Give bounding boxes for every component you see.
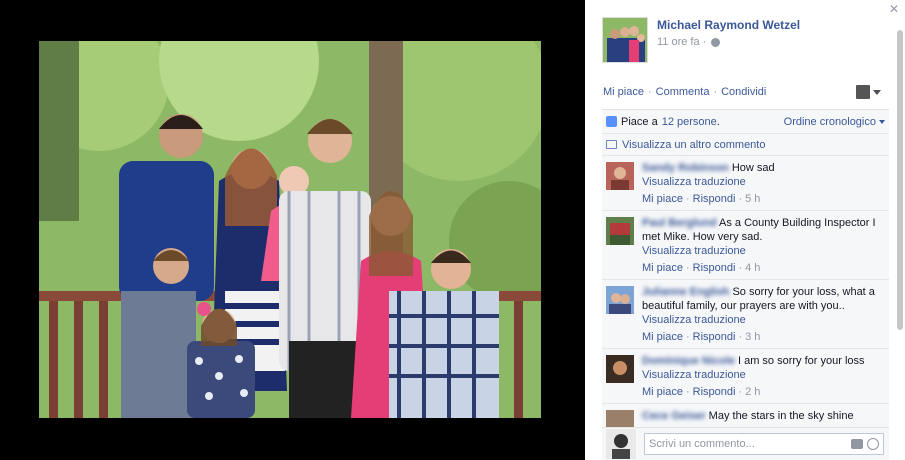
commenter-avatar-image	[606, 286, 634, 314]
comment-bubble-icon	[606, 140, 617, 149]
translate-link[interactable]: Visualizza traduzione	[642, 175, 882, 189]
comment-like-link[interactable]: Mi piace	[642, 192, 683, 206]
comment-item: Paul Berglund As a County Building Inspe…	[602, 211, 889, 280]
separator: ·	[685, 193, 690, 205]
like-thumb-icon	[606, 116, 617, 127]
panel-scrollbar[interactable]	[897, 30, 903, 450]
separator: ·	[738, 386, 743, 398]
comment-item: Dominique Nicole I am so sorry for your …	[602, 349, 889, 404]
commenter-name[interactable]: Paul Berglund	[642, 217, 717, 229]
viewer-avatar	[856, 85, 870, 99]
commenter-avatar-image	[606, 410, 634, 427]
post-actions: Mi piace · Commenta · Condividi	[603, 86, 766, 98]
separator: ·	[685, 386, 690, 398]
comment-time[interactable]: 4 h	[745, 261, 760, 275]
commenter-name[interactable]: Julianne English	[642, 286, 729, 298]
comment-link[interactable]: Commenta	[656, 86, 710, 98]
comment-item: Cece Geiser May the stars in the sky shi…	[602, 404, 889, 427]
chevron-down-icon	[873, 89, 881, 95]
scrollbar-thumb[interactable]	[897, 30, 903, 330]
author-avatar[interactable]	[602, 17, 648, 63]
viewer-switch[interactable]	[856, 85, 881, 99]
translate-link[interactable]: Visualizza traduzione	[642, 368, 882, 382]
globe-icon[interactable]	[711, 37, 721, 47]
commenter-avatar-image	[606, 217, 634, 245]
commenter-name[interactable]: Sandy Robinson	[642, 162, 729, 174]
likes-count-link[interactable]: 12 persone	[662, 116, 717, 128]
commenter-name[interactable]: Dominique Nicole	[642, 355, 735, 367]
translate-link[interactable]: Visualizza traduzione	[642, 313, 882, 327]
separator: ·	[738, 193, 743, 205]
viewer-avatar	[606, 429, 636, 459]
post-time[interactable]: 11 ore fa	[657, 36, 700, 48]
view-more-comments-label[interactable]: Visualizza un altro commento	[622, 139, 765, 151]
comment-time[interactable]: 3 h	[745, 330, 760, 344]
commenter-avatar[interactable]	[606, 162, 634, 190]
comment-text: I am so sorry for your loss	[737, 355, 865, 367]
chevron-down-icon	[879, 119, 885, 124]
author-name[interactable]: Michael Raymond Wetzel	[657, 18, 800, 32]
family-photo-illustration	[39, 41, 541, 418]
post-side-panel: ✕ Michael Raymond Wetzel 11 ore fa · Mi …	[585, 0, 905, 460]
view-more-comments[interactable]: Visualizza un altro commento	[602, 134, 889, 156]
author-avatar-image	[603, 18, 647, 62]
comment-reply-link[interactable]: Rispondi	[693, 192, 736, 206]
comment-reply-link[interactable]: Rispondi	[693, 330, 736, 344]
comment-order-dropdown[interactable]: Ordine cronologico	[784, 116, 885, 128]
comment-reply-link[interactable]: Rispondi	[693, 385, 736, 399]
comment-like-link[interactable]: Mi piace	[642, 261, 683, 275]
commenter-avatar-image	[606, 355, 634, 383]
separator: ·	[738, 262, 743, 274]
photo-stage	[0, 0, 585, 460]
comment-order-label: Ordine cronologico	[783, 115, 876, 128]
feedback-area: Piace a 12 persone. Ordine cronologico V…	[602, 109, 889, 427]
comment-text: May the stars in the sky shine	[708, 410, 854, 422]
viewer-avatar-image	[606, 429, 636, 459]
commenter-avatar-image	[606, 162, 634, 190]
comment-reply-link[interactable]: Rispondi	[693, 261, 736, 275]
commenter-avatar[interactable]	[606, 217, 634, 245]
share-link[interactable]: Condividi	[721, 86, 766, 98]
separator: ·	[685, 331, 690, 343]
likes-summary: Piace a 12 persone. Ordine cronologico	[602, 110, 889, 134]
like-link[interactable]: Mi piace	[603, 86, 644, 98]
comment-time[interactable]: 2 h	[745, 385, 760, 399]
likes-suffix: .	[716, 115, 720, 128]
comment-time[interactable]: 5 h	[745, 192, 760, 206]
meta-separator: ·	[702, 36, 707, 48]
camera-icon[interactable]	[851, 439, 863, 449]
translate-link[interactable]: Visualizza traduzione	[642, 244, 882, 258]
comment-like-link[interactable]: Mi piace	[642, 385, 683, 399]
comment-composer	[602, 427, 889, 460]
commenter-avatar[interactable]	[606, 355, 634, 383]
comment-like-link[interactable]: Mi piace	[642, 330, 683, 344]
separator: ·	[685, 262, 690, 274]
family-photo[interactable]	[39, 41, 541, 418]
separator: ·	[713, 86, 718, 98]
separator: ·	[647, 86, 652, 98]
separator: ·	[738, 331, 743, 343]
post-meta: 11 ore fa ·	[657, 36, 800, 48]
comment-input-wrapper	[644, 433, 884, 455]
likes-prefix: Piace a	[621, 115, 658, 128]
post-author: Michael Raymond Wetzel 11 ore fa ·	[602, 17, 800, 63]
close-icon[interactable]: ✕	[889, 2, 899, 16]
commenter-name[interactable]: Cece Geiser	[642, 410, 706, 422]
comment-item: Julianne English So sorry for your loss,…	[602, 280, 889, 349]
comment-text: How sad	[731, 162, 775, 174]
emoticon-icon[interactable]	[867, 438, 879, 450]
comment-input[interactable]	[649, 438, 839, 450]
commenter-avatar[interactable]	[606, 410, 634, 427]
commenter-avatar[interactable]	[606, 286, 634, 314]
comment-item: Sandy Robinson How sad Visualizza traduz…	[602, 156, 889, 211]
